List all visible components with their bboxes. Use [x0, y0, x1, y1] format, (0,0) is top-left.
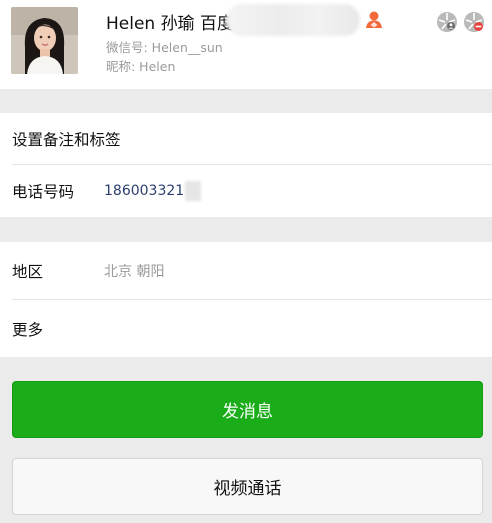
- contact-name: Helen 孙瑜 百度: [106, 13, 235, 34]
- star-friend-icon[interactable]: [364, 9, 384, 29]
- avatar-photo: [11, 7, 78, 74]
- region-value: 北京 朝阳: [104, 263, 165, 280]
- region-row: 地区 北京 朝阳: [0, 242, 492, 299]
- phone-label: 电话号码: [12, 182, 75, 201]
- phone-number[interactable]: 186003321: [104, 183, 184, 199]
- contact-info-section: 设置备注和标签 电话号码 186003321: [0, 113, 492, 217]
- send-message-button[interactable]: 发消息: [12, 381, 483, 438]
- details-section: 地区 北京 朝阳 更多: [0, 242, 492, 357]
- redacted-digits: [185, 180, 202, 201]
- phone-row[interactable]: 电话号码 186003321: [0, 165, 492, 216]
- contact-name-line: Helen 孙瑜 百度: [106, 9, 235, 34]
- moments-block-icon[interactable]: [463, 11, 485, 33]
- phone-value-wrap[interactable]: 186003321: [104, 180, 202, 201]
- set-remark-label: 设置备注和标签: [12, 130, 121, 149]
- region-label: 地区: [12, 262, 44, 281]
- wechat-id: 微信号: Helen__sun: [106, 40, 223, 55]
- set-remark-row[interactable]: 设置备注和标签: [0, 113, 492, 164]
- nickname: 昵称: Helen: [106, 59, 176, 74]
- more-row[interactable]: 更多: [0, 300, 492, 357]
- avatar[interactable]: [11, 7, 78, 74]
- moments-permission-icon[interactable]: [436, 11, 458, 33]
- redacted-area: [226, 4, 360, 36]
- more-label: 更多: [12, 320, 44, 339]
- profile-header: Helen 孙瑜 百度 微信号: Helen__sun 昵称: Helen: [0, 0, 492, 89]
- video-call-button[interactable]: 视频通话: [12, 458, 483, 515]
